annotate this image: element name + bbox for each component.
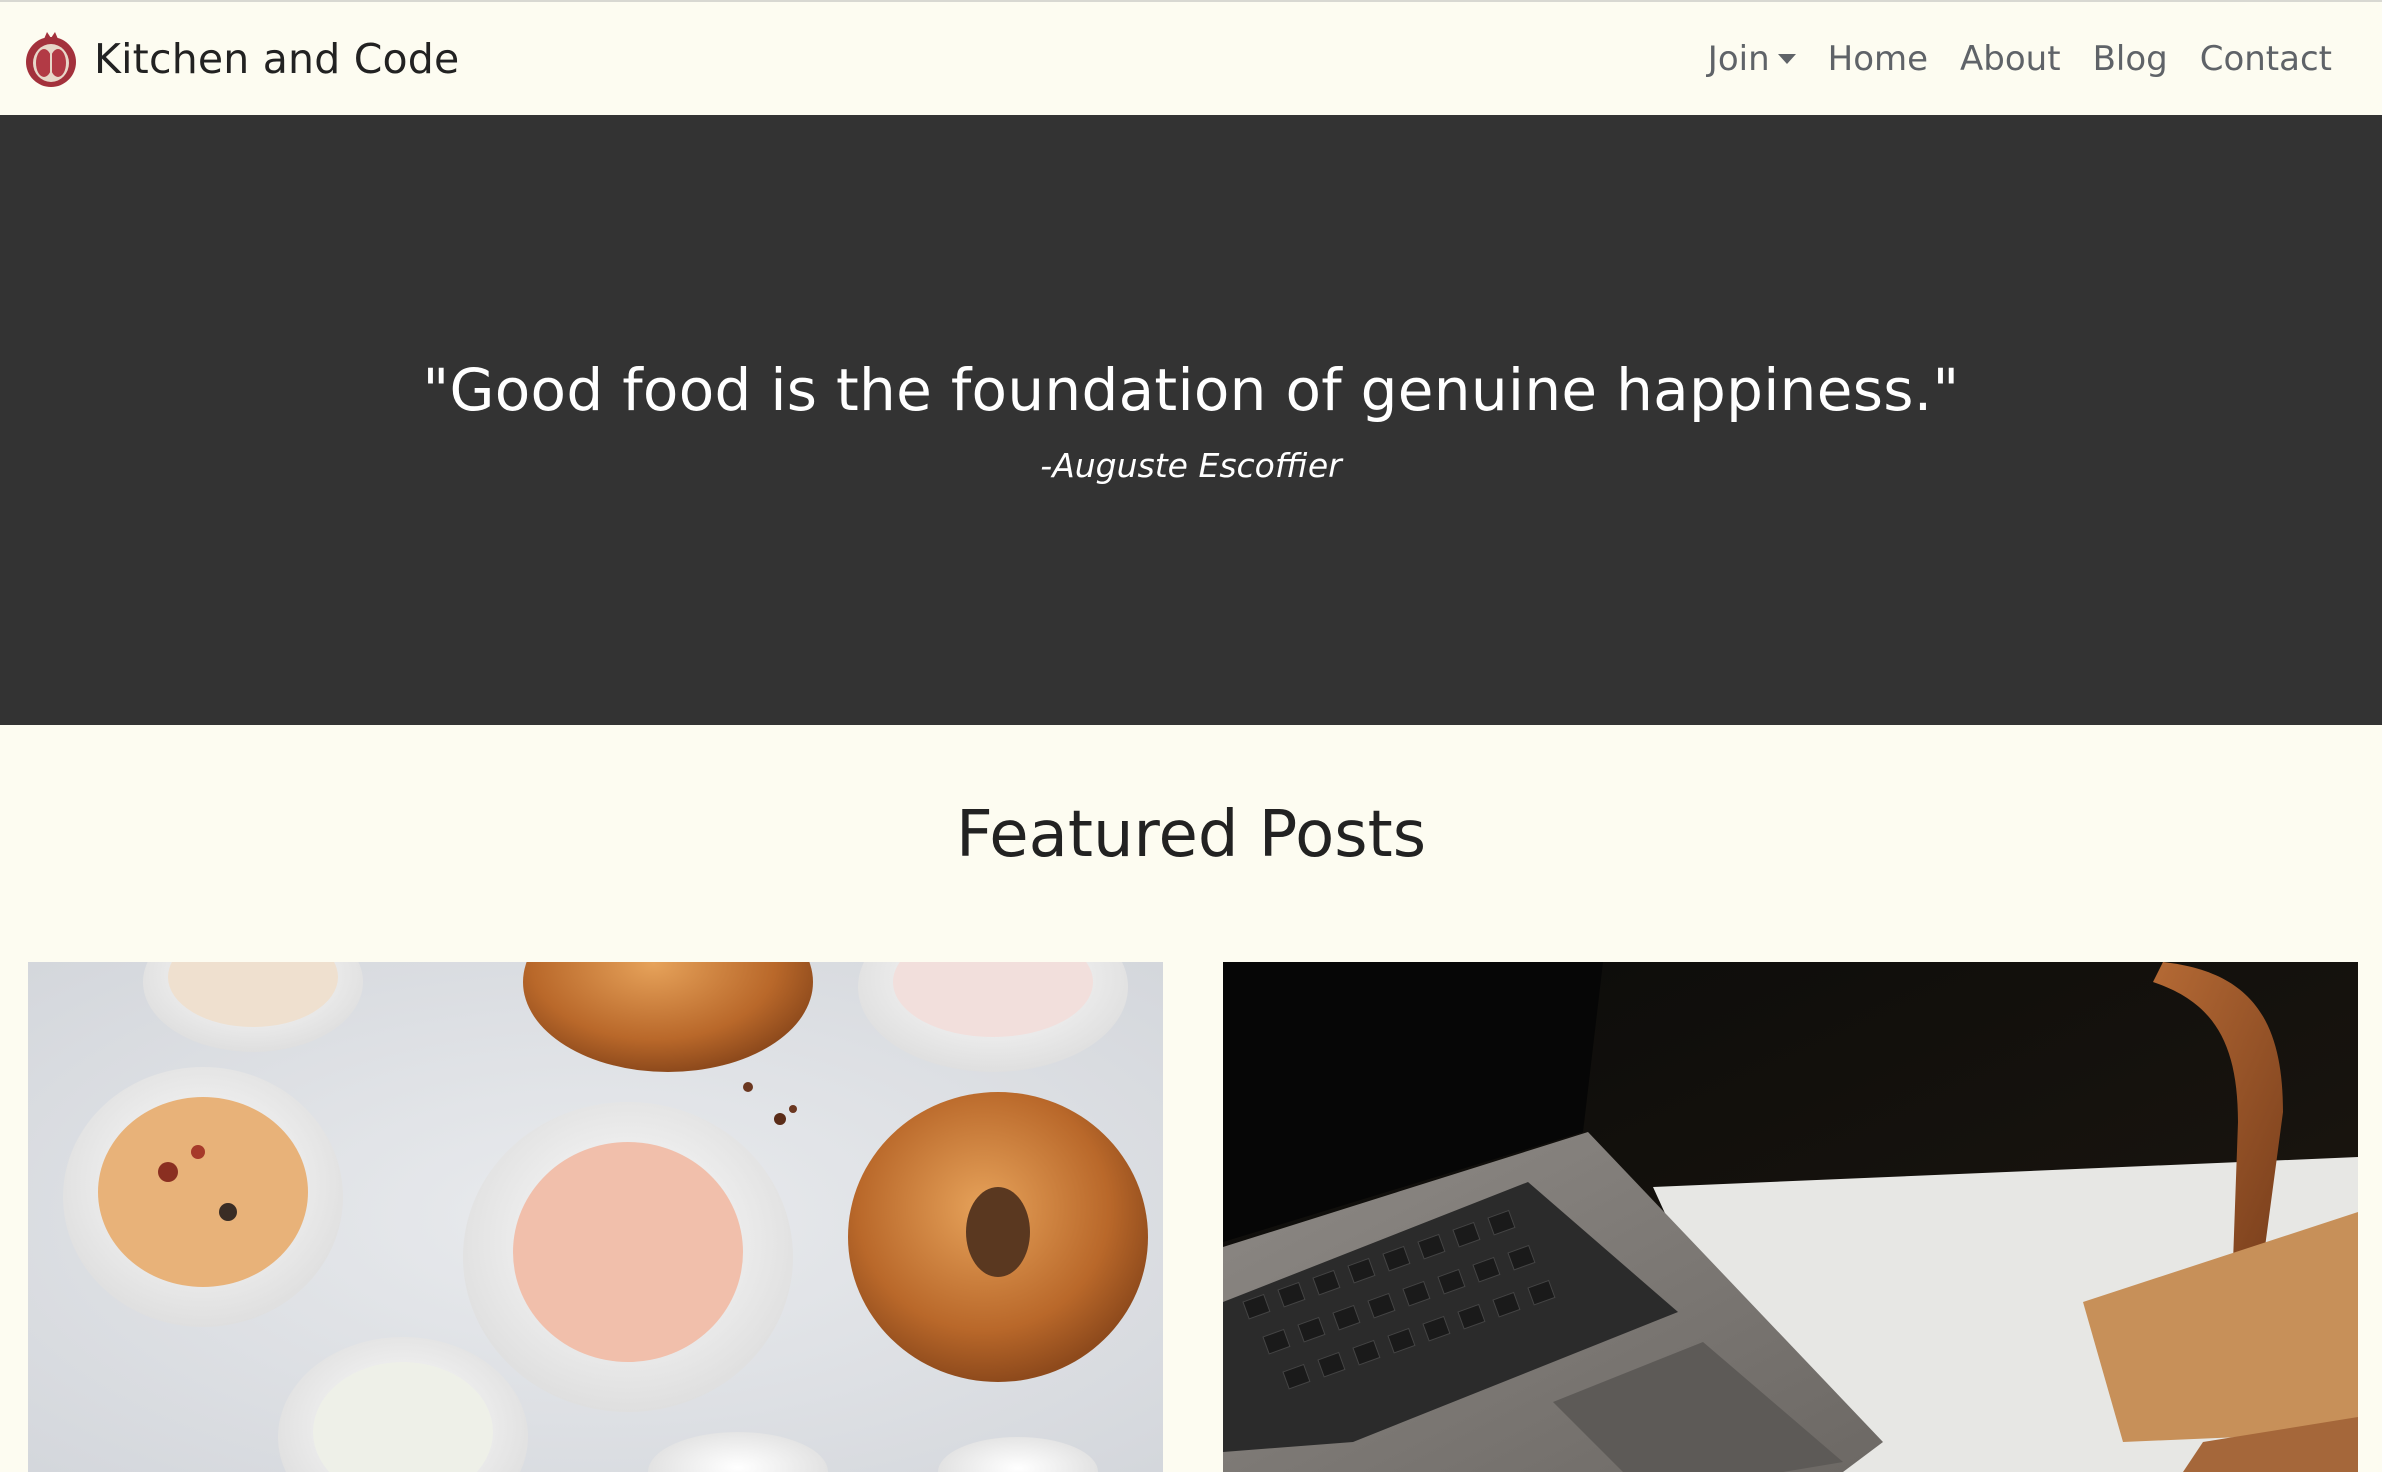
hero-banner: "Good food is the foundation of genuine … xyxy=(0,115,2382,725)
page: Kitchen and Code Join Home About Blog Co… xyxy=(0,0,2382,1472)
nav-about[interactable]: About xyxy=(1960,39,2061,79)
nav-home[interactable]: Home xyxy=(1828,39,1928,79)
featured-post-card-bagels[interactable] xyxy=(28,962,1163,1472)
pomegranate-icon xyxy=(26,31,76,87)
brand-link[interactable]: Kitchen and Code xyxy=(20,28,459,90)
hero-author: -Auguste Escoffier xyxy=(1040,445,1342,485)
navbar: Kitchen and Code Join Home About Blog Co… xyxy=(0,0,2382,115)
nav-links: Join Home About Blog Contact xyxy=(1708,39,2332,79)
nav-join-dropdown[interactable]: Join xyxy=(1708,39,1796,79)
caret-down-icon xyxy=(1777,53,1796,64)
laptop-photo xyxy=(1223,962,2358,1472)
brand-name: Kitchen and Code xyxy=(94,34,460,83)
hero-quote: "Good food is the foundation of genuine … xyxy=(422,355,1960,424)
nav-contact[interactable]: Contact xyxy=(2200,39,2332,79)
bagels-photo xyxy=(28,962,1163,1472)
nav-join-label: Join xyxy=(1707,38,1770,79)
featured-posts-heading: Featured Posts xyxy=(955,798,1427,872)
nav-blog[interactable]: Blog xyxy=(2093,39,2168,79)
featured-post-card-laptop[interactable] xyxy=(1223,962,2358,1472)
